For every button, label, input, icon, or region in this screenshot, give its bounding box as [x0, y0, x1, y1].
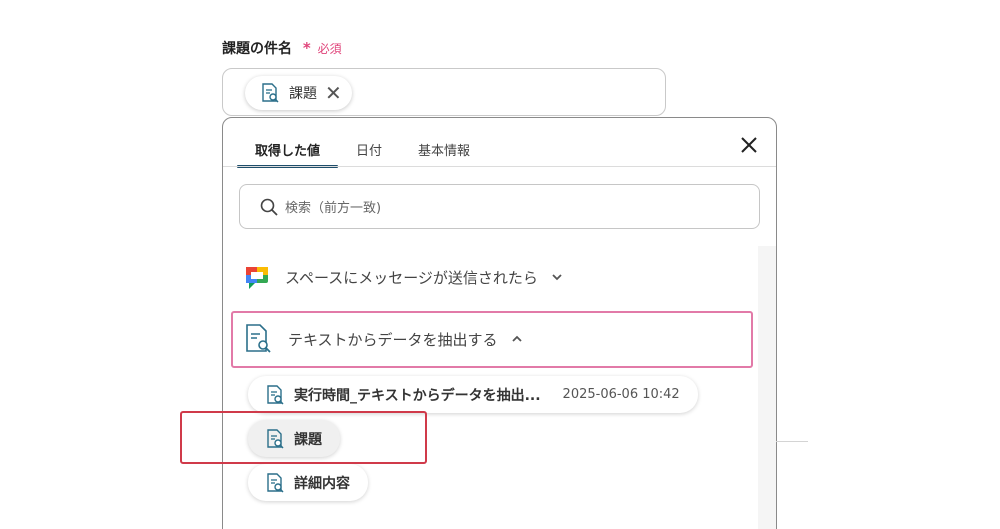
- search-placeholder: 検索（前方一致): [285, 201, 382, 216]
- item-label: 詳細内容: [294, 475, 350, 492]
- annotation-highlight-box: [180, 411, 427, 464]
- list-item-details[interactable]: 詳細内容: [248, 464, 368, 501]
- list-item-execution-time[interactable]: 実行時間_テキストからデータを抽出... 2025-06-06 10:42: [248, 376, 698, 413]
- google-chat-icon: [246, 267, 268, 289]
- tab-bar: 取得した値 日付 基本情報: [237, 132, 488, 168]
- tab-basic-info[interactable]: 基本情報: [400, 132, 488, 166]
- field-label: 課題の件名 * 必須: [222, 38, 342, 58]
- field-label-text: 課題の件名: [222, 41, 292, 57]
- group-title: テキストからデータを抽出する: [288, 330, 498, 349]
- subject-field[interactable]: 課題 ✕: [222, 68, 666, 116]
- group-space-message[interactable]: スペースにメッセージが送信されたら: [243, 263, 564, 291]
- close-icon[interactable]: [736, 132, 762, 158]
- search-icon: [260, 198, 278, 216]
- scrollbar[interactable]: [758, 246, 776, 529]
- tab-divider: [223, 166, 776, 167]
- item-value: 2025-06-06 10:42: [562, 387, 680, 402]
- tab-date[interactable]: 日付: [338, 132, 400, 166]
- value-picker-panel: 取得した値 日付 基本情報 検索（前方一致) スペースにメッセージが送信されたら: [222, 117, 777, 529]
- group-extract-data[interactable]: テキストからデータを抽出する: [242, 323, 524, 355]
- chip-label: 課題: [289, 86, 317, 102]
- document-search-icon: [262, 83, 279, 103]
- chip-remove-icon[interactable]: ✕: [325, 83, 342, 103]
- required-star: *: [302, 39, 311, 57]
- chevron-up-icon: [511, 335, 522, 342]
- value-chip[interactable]: 課題 ✕: [245, 76, 352, 110]
- required-text: 必須: [317, 42, 342, 56]
- search-input[interactable]: 検索（前方一致): [239, 184, 760, 229]
- chevron-down-icon: [552, 274, 562, 281]
- document-search-icon: [246, 324, 271, 353]
- item-label: 実行時間_テキストからデータを抽出...: [294, 387, 541, 404]
- background-divider: [776, 441, 808, 442]
- tab-acquired-values[interactable]: 取得した値: [237, 132, 339, 168]
- group-title: スペースにメッセージが送信されたら: [285, 268, 538, 287]
- document-search-icon: [267, 472, 284, 493]
- document-search-icon: [267, 384, 284, 405]
